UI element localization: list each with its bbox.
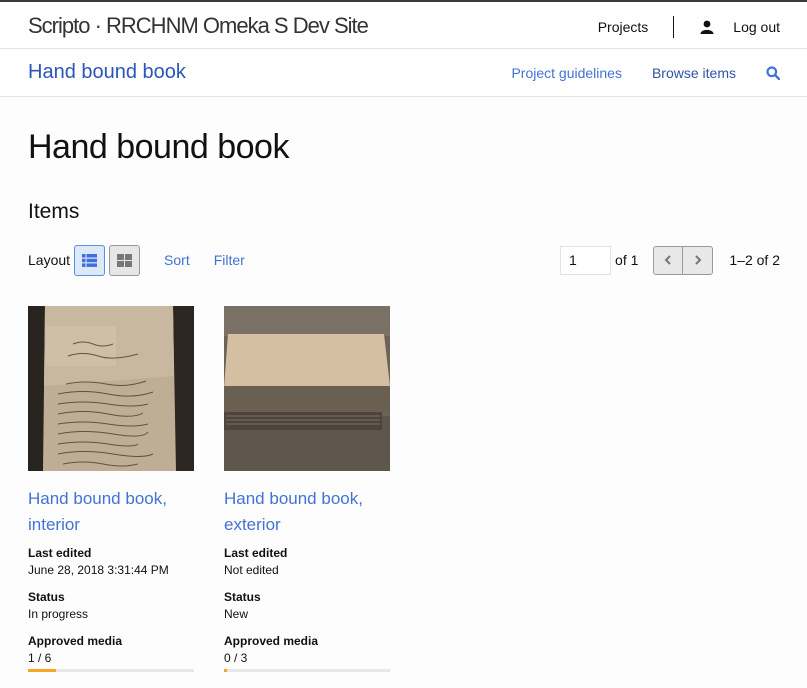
last-edited-value: Not edited bbox=[224, 563, 279, 577]
approved-media-value: 0 / 3 bbox=[224, 651, 248, 665]
item-card: Hand bound book, exterior Last edited No… bbox=[224, 306, 390, 672]
progress-fill bbox=[224, 669, 228, 672]
last-edited-value: June 28, 2018 3:31:44 PM bbox=[28, 563, 169, 577]
item-card: Hand bound book, interior Last edited Ju… bbox=[28, 306, 194, 672]
project-nav: Project guidelines Browse items bbox=[511, 65, 781, 81]
approved-media-progress bbox=[224, 669, 390, 672]
next-page-button[interactable] bbox=[683, 247, 712, 274]
browse-items-link[interactable]: Browse items bbox=[652, 65, 736, 81]
search-icon[interactable] bbox=[766, 66, 781, 81]
user-nav: Projects Log out bbox=[598, 16, 780, 38]
nav-divider bbox=[673, 16, 675, 38]
page-title: Hand bound book bbox=[28, 128, 289, 166]
list-layout-button[interactable] bbox=[74, 244, 106, 276]
item-thumbnail-interior bbox=[28, 306, 194, 471]
items-list: Hand bound book, interior Last edited Ju… bbox=[28, 306, 420, 672]
approved-media-progress bbox=[28, 669, 194, 672]
item-thumbnail-link[interactable] bbox=[28, 306, 194, 471]
status-label: Status bbox=[28, 590, 65, 604]
approved-media-label: Approved media bbox=[28, 634, 123, 648]
page-number-input[interactable] bbox=[560, 245, 612, 275]
item-thumbnail-exterior bbox=[224, 306, 390, 471]
status-label: Status bbox=[224, 590, 261, 604]
user-icon bbox=[700, 20, 714, 34]
site-title-link[interactable]: Scripto · RRCHNM Omeka S Dev Site bbox=[28, 13, 369, 39]
logout-link[interactable]: Log out bbox=[733, 19, 780, 35]
project-bar: Hand bound book Project guidelines Brows… bbox=[0, 49, 807, 97]
chevron-left-icon bbox=[664, 255, 672, 265]
page-count: of 1 bbox=[615, 252, 639, 268]
previous-page-button[interactable] bbox=[654, 246, 684, 274]
progress-fill bbox=[28, 669, 56, 672]
section-heading: Items bbox=[28, 200, 80, 223]
status-value: In progress bbox=[28, 607, 89, 621]
pager-buttons bbox=[653, 245, 714, 275]
results-range: 1–2 of 2 bbox=[729, 252, 780, 268]
items-toolbar: Layout Sort Filter bbox=[28, 244, 245, 276]
item-thumbnail-link[interactable] bbox=[224, 306, 390, 471]
project-title-link[interactable]: Hand bound book bbox=[28, 61, 186, 84]
last-edited-label: Last edited bbox=[224, 546, 288, 560]
status-value: New bbox=[224, 607, 249, 621]
item-title-link[interactable]: Hand bound book, interior bbox=[28, 486, 194, 538]
list-icon bbox=[82, 253, 98, 267]
layout-label: Layout bbox=[28, 252, 71, 268]
grid-icon bbox=[117, 253, 133, 267]
sort-link[interactable]: Sort bbox=[164, 252, 190, 268]
item-title-link[interactable]: Hand bound book, exterior bbox=[224, 486, 390, 538]
site-header: Scripto · RRCHNM Omeka S Dev Site Projec… bbox=[0, 2, 807, 49]
projects-link[interactable]: Projects bbox=[598, 19, 649, 35]
last-edited-label: Last edited bbox=[28, 546, 92, 560]
pagination: of 1 1–2 of 2 bbox=[560, 245, 780, 275]
approved-media-value: 1 / 6 bbox=[28, 651, 52, 665]
approved-media-label: Approved media bbox=[224, 634, 319, 648]
grid-layout-button[interactable] bbox=[109, 244, 141, 276]
chevron-right-icon bbox=[695, 255, 702, 265]
project-guidelines-link[interactable]: Project guidelines bbox=[511, 65, 622, 81]
filter-link[interactable]: Filter bbox=[214, 252, 245, 268]
